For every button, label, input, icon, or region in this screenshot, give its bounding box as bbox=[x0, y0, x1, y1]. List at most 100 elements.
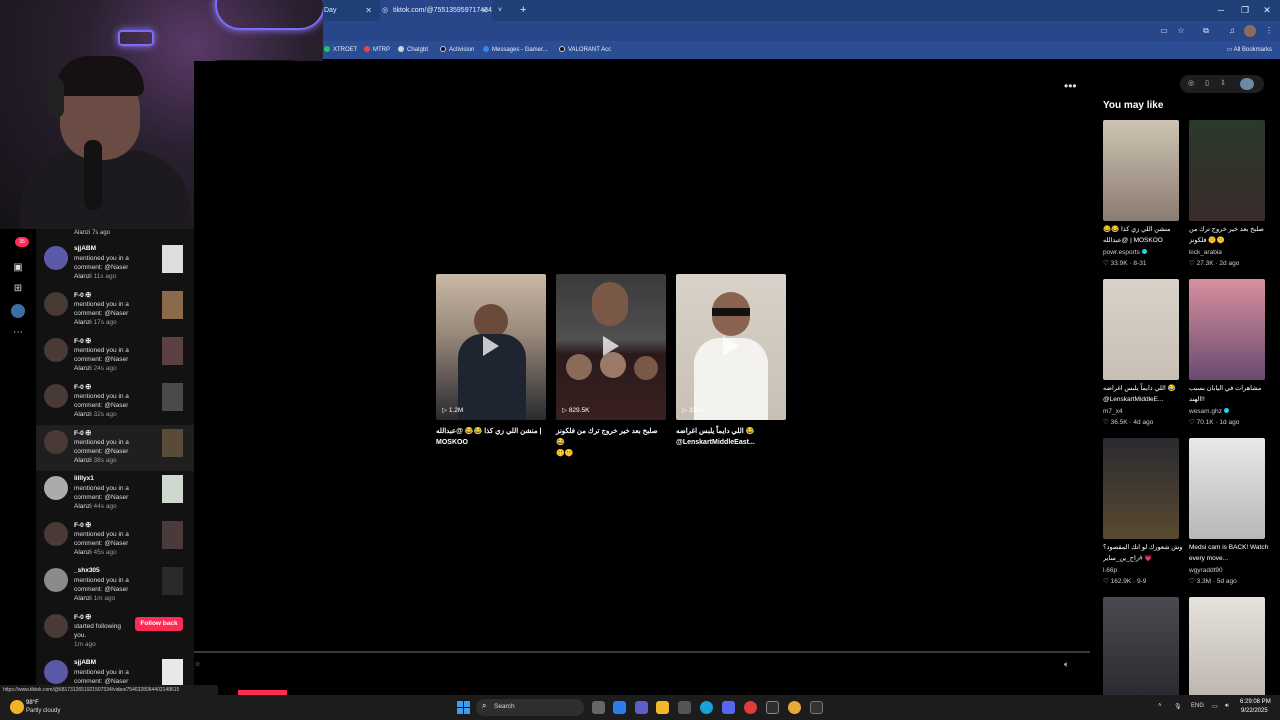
close-icon[interactable]: ✕ bbox=[481, 0, 488, 21]
language-indicator[interactable]: ENG bbox=[1191, 703, 1204, 709]
avatar[interactable] bbox=[44, 292, 68, 316]
profile-icon[interactable] bbox=[11, 304, 25, 318]
bookmark-activision[interactable]: Activision bbox=[440, 41, 474, 59]
video-thumbnail[interactable] bbox=[162, 659, 183, 685]
notification-username[interactable]: F-0 ✠ bbox=[74, 291, 91, 299]
avatar[interactable] bbox=[44, 660, 68, 684]
notification-username[interactable]: _shx305 bbox=[74, 567, 100, 574]
notification-item[interactable]: F-0 ✠ mentioned you in a comment: @Naser Al… bbox=[36, 517, 194, 563]
mic-icon[interactable]: 🎙︎ bbox=[1174, 703, 1182, 710]
avatar[interactable] bbox=[44, 568, 68, 592]
avatar[interactable] bbox=[44, 246, 68, 270]
follow-back-button[interactable]: Follow back bbox=[135, 617, 183, 631]
avatar[interactable] bbox=[44, 476, 68, 500]
notification-username[interactable]: F-0 ✠ bbox=[74, 613, 91, 621]
tray-chevron-icon[interactable]: ˄ bbox=[1158, 703, 1162, 709]
progress-bar[interactable] bbox=[194, 651, 1090, 653]
video-author[interactable]: kick_arabia bbox=[1189, 249, 1222, 256]
gauge-icon[interactable]: ◎ bbox=[1186, 79, 1196, 89]
all-bookmarks-button[interactable]: ▭ All Bookmarks bbox=[1227, 41, 1272, 59]
video-thumbnail[interactable] bbox=[162, 291, 183, 319]
browser-tab-active[interactable]: ◎ tiktok.com/@755135959717434 ✕ bbox=[380, 0, 492, 21]
weather-icon[interactable] bbox=[10, 700, 24, 714]
cast-icon[interactable]: ▭ bbox=[1158, 25, 1170, 37]
star-icon[interactable]: ☆ bbox=[1175, 25, 1187, 37]
profile-avatar[interactable] bbox=[1244, 25, 1256, 37]
notification-item[interactable]: F-0 ✠ mentioned you in a comment: @Naser Al… bbox=[36, 333, 194, 379]
notification-item[interactable]: _shx305 mentioned you in a comment: @Naser… bbox=[36, 563, 194, 609]
close-window-icon[interactable]: ✕ bbox=[1260, 3, 1274, 17]
notification-username[interactable]: F-0 ✠ bbox=[74, 521, 91, 529]
video-thumbnail[interactable] bbox=[162, 429, 183, 457]
chrome-icon[interactable] bbox=[788, 701, 801, 714]
notification-item[interactable]: F-0 ✠ mentioned you in a comment: @Naser Al… bbox=[36, 379, 194, 425]
upload-icon[interactable]: ⊞ bbox=[11, 282, 25, 296]
new-tab-button[interactable]: + bbox=[520, 3, 526, 17]
copilot-icon[interactable] bbox=[613, 701, 626, 714]
extensions-icon[interactable]: ⧉ bbox=[1200, 25, 1212, 37]
terminal-icon[interactable] bbox=[810, 701, 823, 714]
video-stats: ♡ 36.5K · 4d ago bbox=[1103, 418, 1153, 426]
avatar[interactable] bbox=[44, 384, 68, 408]
bookmark-mtrp[interactable]: MTRP bbox=[364, 41, 390, 59]
bookmark-xtroet[interactable]: XTROET bbox=[324, 41, 357, 59]
notification-username[interactable]: F-0 ✠ bbox=[74, 337, 91, 345]
notification-username[interactable]: sjjABM bbox=[74, 659, 96, 666]
app-icon[interactable] bbox=[766, 701, 779, 714]
avatar[interactable] bbox=[44, 338, 68, 362]
notification-username[interactable]: lilllyx1 bbox=[74, 475, 94, 482]
bookmark-messages[interactable]: Messages - Gamer... bbox=[483, 41, 548, 59]
minimize-icon[interactable]: ─ bbox=[1214, 3, 1228, 17]
video-author[interactable]: m7_x4 bbox=[1103, 408, 1123, 415]
video-player[interactable]: ••• ▷ 1.2M منشن اللي زي كذا 😂😂 @عبدالله … bbox=[194, 61, 1100, 696]
browser-tab[interactable]: Day ✕ bbox=[324, 0, 376, 21]
avatar[interactable] bbox=[1240, 78, 1254, 90]
download-icon[interactable]: ⇩ bbox=[1218, 79, 1228, 89]
video-author[interactable]: wgyraddt90 bbox=[1189, 567, 1223, 574]
browser-tab-small[interactable]: ˅ bbox=[498, 0, 514, 21]
avatar[interactable] bbox=[44, 522, 68, 546]
video-thumbnail[interactable] bbox=[162, 475, 183, 503]
edge-icon[interactable] bbox=[700, 701, 713, 714]
network-icon[interactable]: ▭ bbox=[1212, 703, 1218, 710]
video-thumbnail[interactable] bbox=[162, 383, 183, 411]
video-thumbnail[interactable] bbox=[162, 521, 183, 549]
notification-username[interactable]: sjjABM bbox=[74, 245, 96, 252]
more-options-icon[interactable]: ••• bbox=[1064, 79, 1077, 93]
video-author[interactable]: wesam.ghz bbox=[1189, 408, 1229, 415]
avatar[interactable] bbox=[44, 614, 68, 638]
store-icon[interactable] bbox=[678, 701, 691, 714]
phone-icon[interactable]: ▯ bbox=[1202, 79, 1212, 89]
notification-item[interactable]: lilllyx1 mentioned you in a comment: @Nase… bbox=[36, 471, 194, 517]
volume-tray-icon[interactable]: 🔊︎ bbox=[1225, 703, 1229, 710]
maximize-icon[interactable]: ❐ bbox=[1238, 3, 1252, 17]
notification-item[interactable]: F-0 ✠ mentioned you in a comment: @Naser Al… bbox=[36, 425, 194, 471]
teams-icon[interactable] bbox=[635, 701, 648, 714]
windows-start-icon[interactable] bbox=[457, 701, 470, 714]
video-thumbnail[interactable] bbox=[162, 245, 183, 273]
app-icon[interactable] bbox=[744, 701, 757, 714]
taskview-icon[interactable] bbox=[592, 701, 605, 714]
file-explorer-icon[interactable] bbox=[656, 701, 669, 714]
media-icon[interactable]: ♫ bbox=[1226, 25, 1238, 37]
bookmark-valorant[interactable]: VALORANT Acc bbox=[559, 41, 611, 59]
notification-item[interactable]: F-0 ✠ mentioned you in a comment: @Naser Al… bbox=[36, 287, 194, 333]
notification-username[interactable]: F-0 ✠ bbox=[74, 383, 91, 391]
menu-icon[interactable]: ⋮ bbox=[1263, 25, 1275, 37]
taskbar-search[interactable]: ⌕ Search bbox=[476, 699, 584, 716]
video-author[interactable]: powr.esports bbox=[1103, 249, 1147, 256]
close-icon[interactable]: ✕ bbox=[365, 0, 372, 21]
volume-icon[interactable]: 🔈︎ bbox=[1064, 659, 1069, 670]
discord-icon[interactable] bbox=[722, 701, 735, 714]
more-icon[interactable]: ⋯ bbox=[11, 326, 25, 340]
video-thumbnail[interactable] bbox=[162, 337, 183, 365]
inbox-icon[interactable]: ▣ bbox=[11, 261, 25, 275]
avatar[interactable] bbox=[44, 430, 68, 454]
notification-item[interactable]: F-0 ✠ started following you. 1m ago Follow … bbox=[36, 609, 194, 655]
notification-item[interactable]: sjjABMmentioned you in acomment: @NaserA… bbox=[36, 241, 194, 287]
video-thumbnail[interactable] bbox=[162, 567, 183, 595]
notification-item[interactable]: sjjABMmentioned you in acomment: @NaserA… bbox=[36, 655, 194, 685]
video-author[interactable]: l.66p bbox=[1103, 567, 1117, 574]
notification-username[interactable]: F-0 ✠ bbox=[74, 429, 91, 437]
bookmark-chatgbt[interactable]: Chatgbt bbox=[398, 41, 428, 59]
